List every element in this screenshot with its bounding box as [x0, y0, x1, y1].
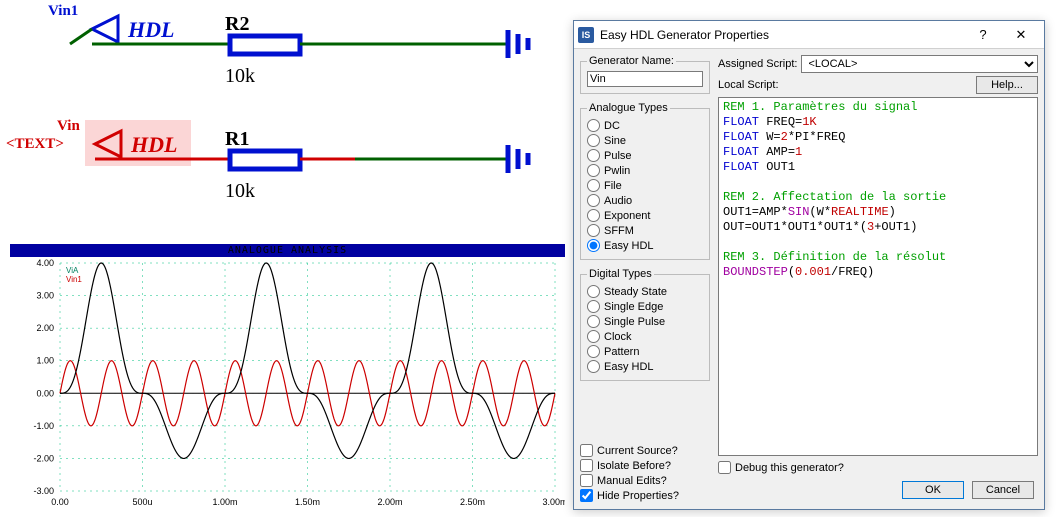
radio-audio[interactable]: Audio: [587, 193, 703, 208]
vin-text-placeholder[interactable]: <TEXT>: [6, 136, 64, 152]
svg-text:4.00: 4.00: [36, 258, 54, 268]
vin-label[interactable]: Vin: [57, 118, 80, 134]
help-button[interactable]: Help...: [976, 76, 1038, 94]
radio-pulse[interactable]: Pulse: [587, 148, 703, 163]
radio-dc[interactable]: DC: [587, 118, 703, 133]
radio-steady-state[interactable]: Steady State: [587, 284, 703, 299]
svg-text:Vin1: Vin1: [66, 275, 82, 284]
help-icon[interactable]: ?: [964, 22, 1002, 48]
radio-single-pulse[interactable]: Single Pulse: [587, 314, 703, 329]
ok-button[interactable]: OK: [902, 481, 964, 499]
assigned-script-label: Assigned Script:: [718, 58, 797, 70]
svg-text:0.00: 0.00: [51, 497, 69, 507]
generator-name-group: Generator Name:: [580, 55, 710, 94]
radio-sine[interactable]: Sine: [587, 133, 703, 148]
svg-text:3.00m: 3.00m: [542, 497, 565, 507]
r2-ref: R2: [225, 13, 249, 35]
svg-text:500u: 500u: [132, 497, 152, 507]
check-manual-edits-[interactable]: Manual Edits?: [580, 473, 710, 488]
cancel-button[interactable]: Cancel: [972, 481, 1034, 499]
analysis-title: ANALOGUE ANALYSIS: [10, 244, 565, 257]
analogue-legend: Analogue Types: [587, 102, 670, 114]
svg-text:1.00: 1.00: [36, 356, 54, 366]
dialog-easy-hdl-properties: IS Easy HDL Generator Properties ? ✕ Gen…: [573, 20, 1045, 510]
svg-text:2.00: 2.00: [36, 323, 54, 333]
generator-name-input[interactable]: [587, 71, 703, 87]
local-script-label: Local Script:: [718, 79, 972, 91]
radio-clock[interactable]: Clock: [587, 329, 703, 344]
svg-text:2.50m: 2.50m: [460, 497, 485, 507]
check-hide-properties-[interactable]: Hide Properties?: [580, 488, 710, 503]
radio-easy-hdl[interactable]: Easy HDL: [587, 238, 703, 253]
check-current-source-[interactable]: Current Source?: [580, 443, 710, 458]
svg-text:-3.00: -3.00: [33, 486, 54, 496]
radio-single-edge[interactable]: Single Edge: [587, 299, 703, 314]
radio-easy-hdl[interactable]: Easy HDL: [587, 359, 703, 374]
vin1-label: Vin1: [48, 3, 78, 19]
radio-exponent[interactable]: Exponent: [587, 208, 703, 223]
analysis-chart: 4.003.002.001.000.00-1.00-2.00-3.000.005…: [10, 257, 565, 509]
debug-label: Debug this generator?: [735, 462, 844, 474]
assigned-script-select[interactable]: <LOCAL>: [801, 55, 1038, 73]
analogue-types-group: Analogue Types DCSinePulsePwlinFileAudio…: [580, 102, 710, 260]
radio-file[interactable]: File: [587, 178, 703, 193]
vin1-tech: HDL: [127, 17, 174, 42]
schematic-area: Vin1 HDL R2 10k Vin <TEXT> HDL R1 10k: [0, 0, 565, 240]
app-icon: IS: [578, 27, 594, 43]
titlebar[interactable]: IS Easy HDL Generator Properties ? ✕: [574, 21, 1044, 49]
script-editor[interactable]: REM 1. Paramètres du signalFLOAT FREQ=1K…: [718, 97, 1038, 456]
debug-checkbox[interactable]: [718, 461, 731, 474]
svg-text:1.50m: 1.50m: [295, 497, 320, 507]
check-isolate-before-[interactable]: Isolate Before?: [580, 458, 710, 473]
svg-text:0.00: 0.00: [36, 388, 54, 398]
svg-text:ViA: ViA: [66, 266, 79, 275]
r1-ref: R1: [225, 128, 249, 150]
close-icon[interactable]: ✕: [1002, 22, 1040, 48]
analysis-panel: ANALOGUE ANALYSIS 4.00 3.00 2.00 1.00 0.00 -1…: [10, 244, 565, 512]
radio-pwlin[interactable]: Pwlin: [587, 163, 703, 178]
digital-types-group: Digital Types Steady StateSingle EdgeSin…: [580, 268, 710, 381]
r1-val: 10k: [225, 180, 255, 202]
radio-sffm[interactable]: SFFM: [587, 223, 703, 238]
radio-pattern[interactable]: Pattern: [587, 344, 703, 359]
digital-legend: Digital Types: [587, 268, 654, 280]
svg-text:3.00: 3.00: [36, 291, 54, 301]
r2-val: 10k: [225, 65, 255, 87]
generator-name-label: Generator Name:: [587, 55, 676, 67]
svg-text:-2.00: -2.00: [33, 453, 54, 463]
svg-text:2.00m: 2.00m: [377, 497, 402, 507]
svg-text:-1.00: -1.00: [33, 421, 54, 431]
vin-tech: HDL: [130, 132, 177, 157]
svg-text:1.00m: 1.00m: [212, 497, 237, 507]
dialog-title: Easy HDL Generator Properties: [600, 28, 964, 42]
